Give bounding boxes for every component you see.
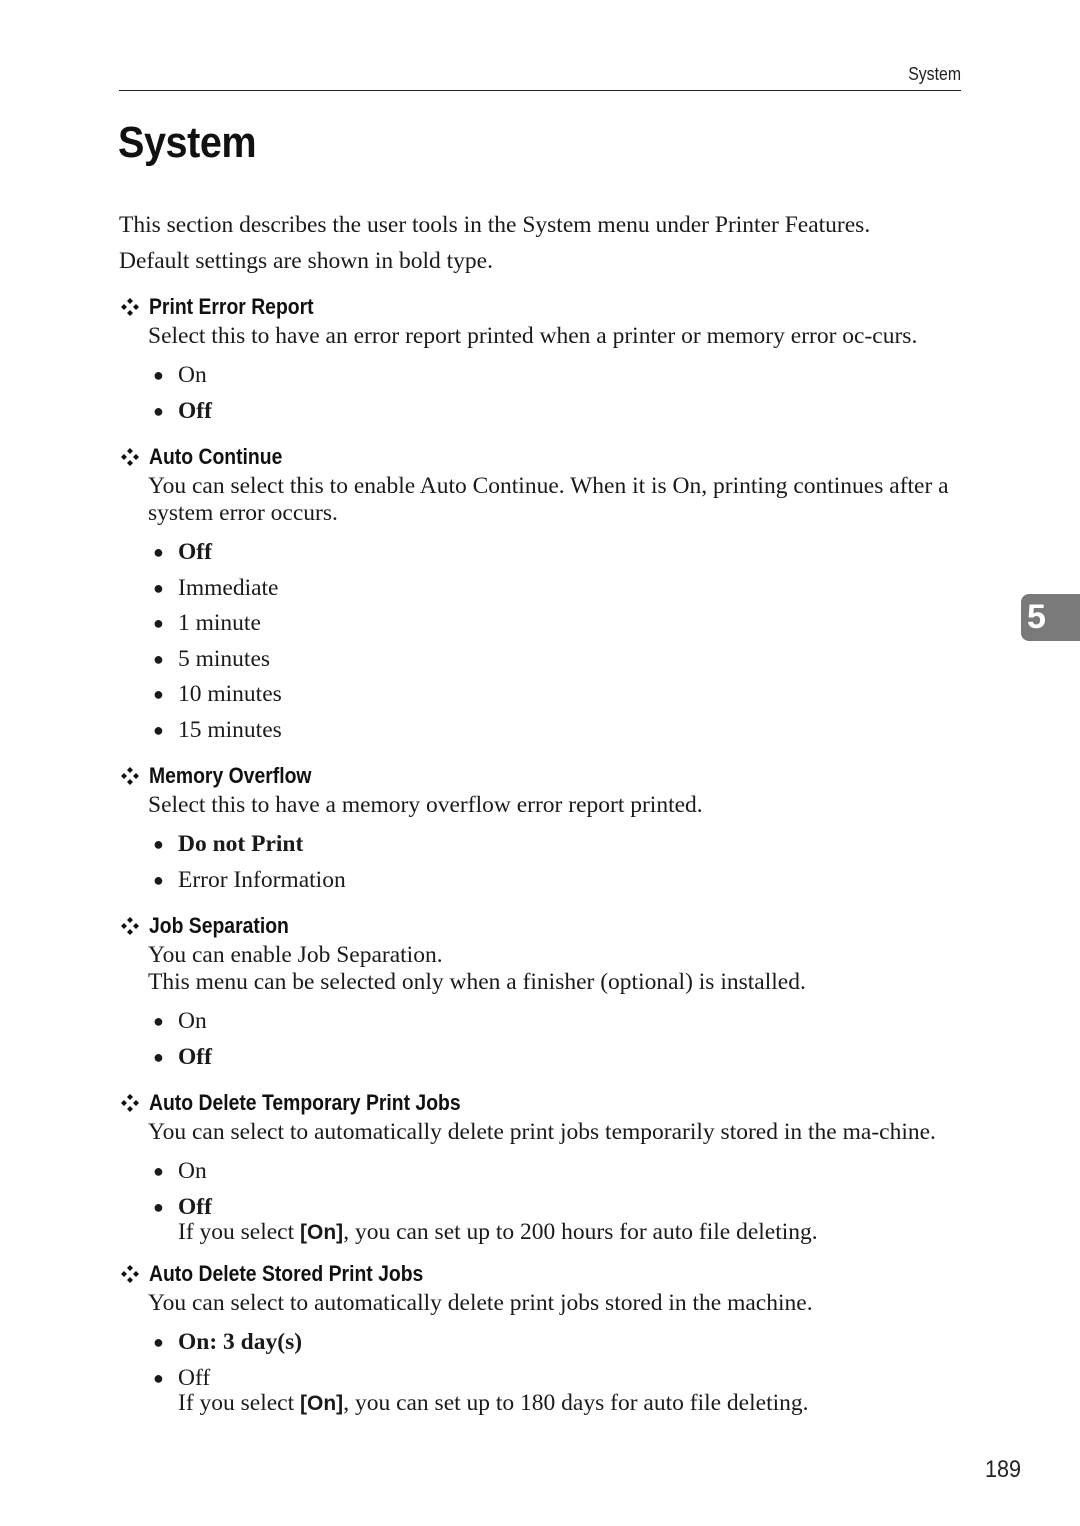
bullet-icon: ● [153,719,164,740]
option-item: ● 1 minute [148,606,979,642]
section-title: Memory Overflow [149,763,312,788]
section-heading: Memory Overflow [119,760,979,792]
section-description-2: This menu can be selected only when a fi… [148,969,806,995]
option-label: Off [178,539,212,565]
four-diamond-icon [119,446,141,468]
bullet-icon: ● [153,684,164,704]
bullet-icon: ● [153,613,164,633]
section-heading: Auto Continue [119,441,979,473]
option-item: ● Error Information [148,863,979,899]
section-title: Auto Delete Stored Print Jobs [149,1261,424,1286]
option-list: ● Do not Print ● Error Information [148,827,979,898]
bullet-icon: ● [153,1046,164,1067]
section-title: Job Separation [149,913,289,938]
running-header: System [119,64,961,91]
four-diamond-icon [119,1263,141,1285]
option-label: On [178,362,207,388]
intro: This section describes the user tools in… [119,207,979,279]
page-number: 189 [984,1456,1021,1483]
bullet-icon: ● [153,1011,164,1031]
section-description: You can select this to enable Auto Conti… [148,473,949,526]
option-list: ● On ● Off [148,1004,979,1075]
option-item: ● Immediate [148,571,979,607]
section-memory-overflow: Memory Overflow Select this to have a me… [119,760,979,898]
option-label: 15 minutes [178,716,282,743]
settings-content: Print Error Report Select this to have a… [119,291,979,1417]
option-item: ● On [148,1154,979,1190]
option-label: Off [178,397,212,424]
section-heading: Print Error Report [119,291,979,323]
section-auto-continue: Auto Continue You can select this to ena… [119,441,979,748]
option-label: 10 minutes [178,681,282,707]
section-description: Select this to have a memory overflow er… [148,792,703,818]
option-list: ● On: 3 day(s) ● Off [148,1325,979,1396]
section-title: Print Error Report [149,294,314,319]
option-label: Off [178,1193,212,1220]
page-title: System [118,118,257,167]
section-description: Select this to have an error report prin… [148,323,918,349]
option-item-default: ● Off [148,394,979,430]
bullet-icon: ● [153,648,164,669]
intro-line-2: Default settings are shown in bold type. [119,248,493,274]
option-item: ● On [148,358,979,394]
bullet-icon: ● [153,869,164,890]
option-item-default: ● Off [148,1040,979,1076]
option-item-default: ● Off [148,535,979,571]
running-header-title: System [908,64,961,84]
section-description: You can enable Job Separation. [148,942,443,968]
section-heading: Auto Delete Temporary Print Jobs [119,1087,979,1119]
option-item-default: ● Do not Print [148,827,979,863]
bullet-icon: ● [153,1332,164,1352]
bullet-icon: ● [153,1161,164,1181]
four-diamond-icon [119,296,141,318]
option-item: ● Off [148,1361,979,1397]
bullet-icon: ● [153,542,164,562]
option-label: Off [178,1364,211,1391]
section-title: Auto Continue [149,444,283,469]
section-job-separation: Job Separation You can enable Job Separa… [119,910,979,1075]
bullet-icon: ● [153,1367,164,1388]
bullet-icon: ● [153,365,164,385]
option-label: Error Information [178,866,346,893]
option-item-default: ● On: 3 day(s) [148,1325,979,1361]
bullet-icon: ● [153,834,164,854]
four-diamond-icon [119,765,141,787]
option-label: Do not Print [178,831,304,857]
option-label: 5 minutes [178,645,271,672]
option-item: ● 15 minutes [148,713,979,749]
option-item-default: ● Off [148,1190,979,1226]
four-diamond-icon [119,1092,141,1114]
section-description: You can select to automatically delete p… [148,1290,813,1316]
option-label: On [178,1158,207,1184]
option-list: ● On ● Off [148,1154,979,1225]
option-label: On: 3 day(s) [178,1329,303,1355]
option-item: ● 10 minutes [148,677,979,713]
section-heading: Auto Delete Stored Print Jobs [119,1258,979,1290]
bullet-icon: ● [153,577,164,598]
section-description: You can select to automatically delete p… [148,1119,936,1145]
option-label: Off [178,1043,212,1070]
option-label: On [178,1008,207,1034]
section-auto-delete-temporary-print-jobs: Auto Delete Temporary Print Jobs You can… [119,1087,979,1246]
section-title: Auto Delete Temporary Print Jobs [149,1090,461,1115]
intro-line-1: This section describes the user tools in… [119,212,871,238]
section-heading: Job Separation [119,910,979,942]
option-list: ● On ● Off [148,358,979,429]
option-item: ● On [148,1004,979,1040]
bullet-icon: ● [153,1196,164,1217]
option-label: 1 minute [178,610,261,636]
option-list: ● Off ● Immediate ● 1 minute ● 5 minutes ● 10… [148,535,979,748]
four-diamond-icon [119,915,141,937]
section-print-error-report: Print Error Report Select this to have a… [119,291,979,429]
option-label: Immediate [178,574,279,601]
option-item: ● 5 minutes [148,642,979,678]
bullet-icon: ● [153,400,164,421]
section-auto-delete-stored-print-jobs: Auto Delete Stored Print Jobs You can se… [119,1258,979,1417]
chapter-tab: 5 [1021,594,1080,641]
